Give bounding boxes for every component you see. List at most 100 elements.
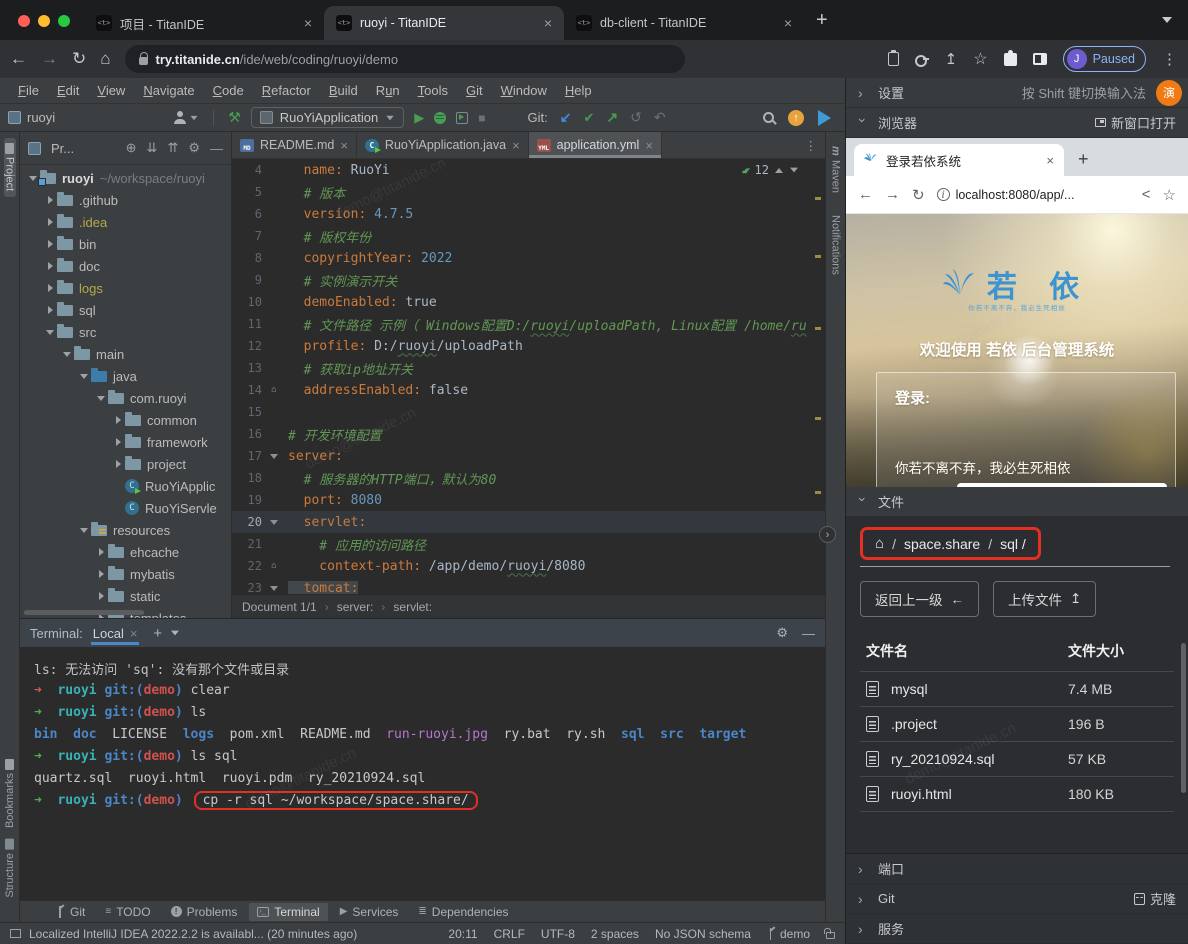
reload-button[interactable]: ↻: [72, 49, 86, 69]
git-rollback-icon[interactable]: ↶: [654, 109, 666, 126]
tree-chevron[interactable]: [94, 396, 108, 401]
tree-item-resources[interactable]: resources: [20, 519, 231, 541]
breadcrumb-sql[interactable]: sql /: [1000, 536, 1026, 552]
status-item[interactable]: No JSON schema: [655, 927, 751, 941]
fold-marker[interactable]: ⌂: [268, 561, 280, 571]
editor-tab-application-yml[interactable]: YMLapplication.yml×: [529, 132, 662, 158]
file-row[interactable]: ruoyi.html180 KB: [860, 776, 1174, 812]
new-terminal-button[interactable]: +: [153, 625, 162, 642]
code-line-20[interactable]: 20 servlet:: [232, 511, 825, 533]
tree-chevron[interactable]: [77, 528, 91, 533]
new-tab-button[interactable]: +: [804, 9, 840, 40]
code-line-22[interactable]: 22⌂ context-path: /app/demo/ruoyi/8080: [232, 555, 825, 577]
tree-item--github[interactable]: .github: [20, 189, 231, 211]
tree-item-src[interactable]: src: [20, 321, 231, 343]
menu-run[interactable]: Run: [368, 81, 408, 100]
code-editor[interactable]: 4 name: RuoYi5 # 版本6 version: 4.7.57 # 版…: [232, 159, 825, 594]
menu-file[interactable]: File: [10, 81, 47, 100]
tree-item-common[interactable]: common: [20, 409, 231, 431]
tree-chevron[interactable]: [94, 570, 108, 578]
close-icon[interactable]: ×: [512, 138, 520, 153]
close-window-button[interactable]: [18, 15, 30, 27]
menu-edit[interactable]: Edit: [49, 81, 87, 100]
collapse-all-icon[interactable]: ⇈: [167, 140, 178, 156]
side-panel-icon[interactable]: [1033, 53, 1047, 65]
expand-icon[interactable]: ⇊: [147, 140, 158, 156]
breadcrumb-space-share[interactable]: space.share: [904, 536, 980, 552]
tree-chevron[interactable]: [111, 460, 125, 468]
toolwindow-terminal[interactable]: ›_Terminal: [249, 903, 327, 921]
menu-view[interactable]: View: [89, 81, 133, 100]
breadcrumb-item[interactable]: servlet:: [393, 600, 432, 614]
git-push-icon[interactable]: ↗: [606, 109, 618, 126]
upload-button[interactable]: 上传文件 ↥: [993, 581, 1096, 617]
git-update-icon[interactable]: ↙: [560, 109, 572, 126]
close-tab-icon[interactable]: ×: [782, 15, 794, 31]
editor-tabs-menu-icon[interactable]: ⋮: [805, 138, 826, 153]
code-line-7[interactable]: 7 # 版权年份: [232, 225, 825, 247]
browser-tab[interactable]: <t>项目 - TitanIDE×: [84, 6, 324, 40]
preview-forward-button[interactable]: →: [885, 186, 900, 203]
tree-item-java[interactable]: java: [20, 365, 231, 387]
panel-scrollbar[interactable]: [1181, 643, 1186, 793]
back-button[interactable]: ←: [10, 49, 27, 69]
preview-back-button[interactable]: ←: [858, 186, 873, 203]
menu-navigate[interactable]: Navigate: [135, 81, 202, 100]
code-line-18[interactable]: 18 # 服务器的HTTP端口，默认为80: [232, 467, 825, 489]
status-item[interactable]: UTF-8: [541, 927, 575, 941]
password-key-icon[interactable]: [915, 55, 929, 63]
code-line-17[interactable]: 17server:: [232, 445, 825, 467]
build-hammer-icon[interactable]: ⚒: [228, 109, 241, 126]
section-端口[interactable]: ›端口: [846, 854, 1188, 884]
file-row[interactable]: ry_20210924.sql57 KB: [860, 741, 1174, 776]
code-line-4[interactable]: 4 name: RuoYi: [232, 159, 825, 181]
update-available-icon[interactable]: ↑: [788, 110, 804, 126]
browser-menu-icon[interactable]: ⋮: [1162, 50, 1178, 68]
tree-chevron[interactable]: [77, 374, 91, 379]
tree-chevron[interactable]: [43, 196, 57, 204]
section-服务[interactable]: ›服务: [846, 914, 1188, 944]
debug-button[interactable]: [434, 112, 446, 124]
code-line-6[interactable]: 6 version: 4.7.5: [232, 203, 825, 225]
tree-item-doc[interactable]: doc: [20, 255, 231, 277]
tree-item-bin[interactable]: bin: [20, 233, 231, 255]
project-widget[interactable]: ruoyi: [8, 110, 55, 125]
toolwindow-services[interactable]: ▶Services: [332, 903, 407, 921]
tree-chevron[interactable]: [43, 240, 57, 248]
tree-chevron[interactable]: [111, 416, 125, 424]
forward-button[interactable]: →: [41, 49, 58, 69]
terminal-settings-icon[interactable]: ⚙: [776, 625, 788, 641]
tree-item-main[interactable]: main: [20, 343, 231, 365]
close-tab-icon[interactable]: ×: [302, 15, 314, 31]
code-line-12[interactable]: 12 profile: D:/ruoyi/uploadPath: [232, 335, 825, 357]
menu-help[interactable]: Help: [557, 81, 600, 100]
file-row[interactable]: mysql7.4 MB: [860, 671, 1174, 706]
status-message[interactable]: Localized IntelliJ IDEA 2022.2.2 is avai…: [29, 927, 357, 941]
tree-chevron[interactable]: [43, 284, 57, 292]
splitter-expand-button[interactable]: ›: [819, 526, 836, 543]
tab-search-button[interactable]: [1162, 10, 1188, 40]
locate-file-icon[interactable]: ⊕: [126, 140, 137, 156]
tree-chevron[interactable]: [43, 218, 57, 226]
run-config-select[interactable]: RuoYiApplication: [251, 107, 405, 128]
url-bar[interactable]: try.titanide.cn/ide/web/coding/ruoyi/dem…: [125, 45, 685, 73]
editor-tab-readme-md[interactable]: MDREADME.md×: [232, 132, 357, 158]
tree-chevron[interactable]: [43, 306, 57, 314]
git-branch-widget[interactable]: demo: [767, 927, 810, 941]
menu-tools[interactable]: Tools: [410, 81, 456, 100]
status-item[interactable]: CRLF: [494, 927, 525, 941]
tree-chevron[interactable]: [111, 438, 125, 446]
prev-problem-icon[interactable]: [775, 168, 783, 173]
git-history-icon[interactable]: ↺: [630, 109, 642, 126]
tree-item-com-ruoyi[interactable]: com.ruoyi: [20, 387, 231, 409]
git-commit-icon[interactable]: ✔: [584, 110, 595, 126]
code-line-21[interactable]: 21 # 应用的访问路径: [232, 533, 825, 555]
tool-tab-notifications[interactable]: Notifications: [830, 209, 842, 281]
bookmark-star-icon[interactable]: ☆: [973, 49, 987, 69]
project-hscrollbar[interactable]: [24, 610, 144, 615]
home-button[interactable]: ⌂: [100, 49, 110, 69]
terminal-dropdown-icon[interactable]: [171, 631, 179, 636]
coverage-button[interactable]: [456, 112, 468, 124]
preview-new-tab-button[interactable]: +: [1064, 149, 1103, 176]
fold-marker[interactable]: [268, 454, 280, 459]
